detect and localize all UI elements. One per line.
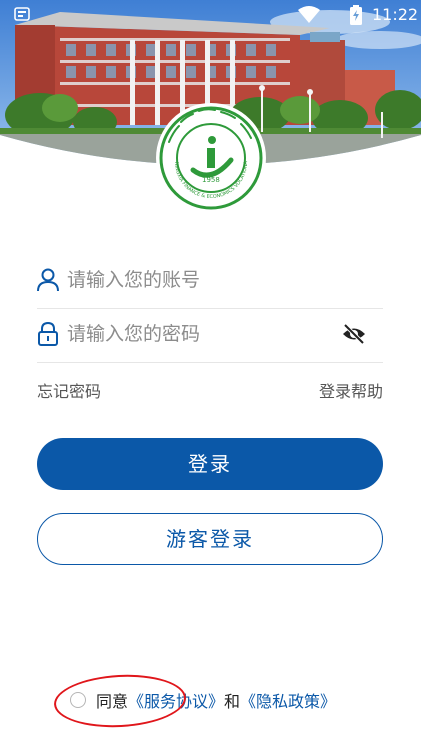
password-input[interactable] (67, 318, 337, 350)
notification-icon (14, 7, 30, 21)
login-button[interactable]: 登录 (37, 438, 383, 490)
login-help-link[interactable]: 登录帮助 (319, 378, 383, 402)
badge-year: 1958 (202, 176, 220, 184)
guest-login-button[interactable]: 游客登录 (37, 513, 383, 565)
eye-off-icon[interactable] (341, 321, 367, 347)
red-annotation-circle (52, 671, 188, 731)
school-logo: 1958 NINGXIA FINANCE & ECONOMICS VOCATIO… (153, 98, 267, 214)
privacy-policy-link[interactable]: 《隐私政策》 (240, 692, 336, 711)
account-input[interactable] (67, 264, 337, 296)
lock-icon (38, 322, 58, 346)
battery-charging-icon (350, 5, 362, 25)
auxiliary-links: 忘记密码 登录帮助 (37, 376, 383, 402)
agreement-conjunction: 和 (224, 692, 241, 711)
clock: 11:22 (372, 5, 419, 24)
login-screen: 11:22 1958 NINGXIA FINANCE & ECONOMICS V… (0, 0, 421, 748)
account-field (37, 254, 383, 309)
status-bar: 11:22 (0, 0, 421, 30)
forgot-password-link[interactable]: 忘记密码 (37, 378, 101, 402)
user-icon (37, 268, 59, 292)
password-field (37, 308, 383, 363)
wifi-icon (298, 6, 320, 23)
